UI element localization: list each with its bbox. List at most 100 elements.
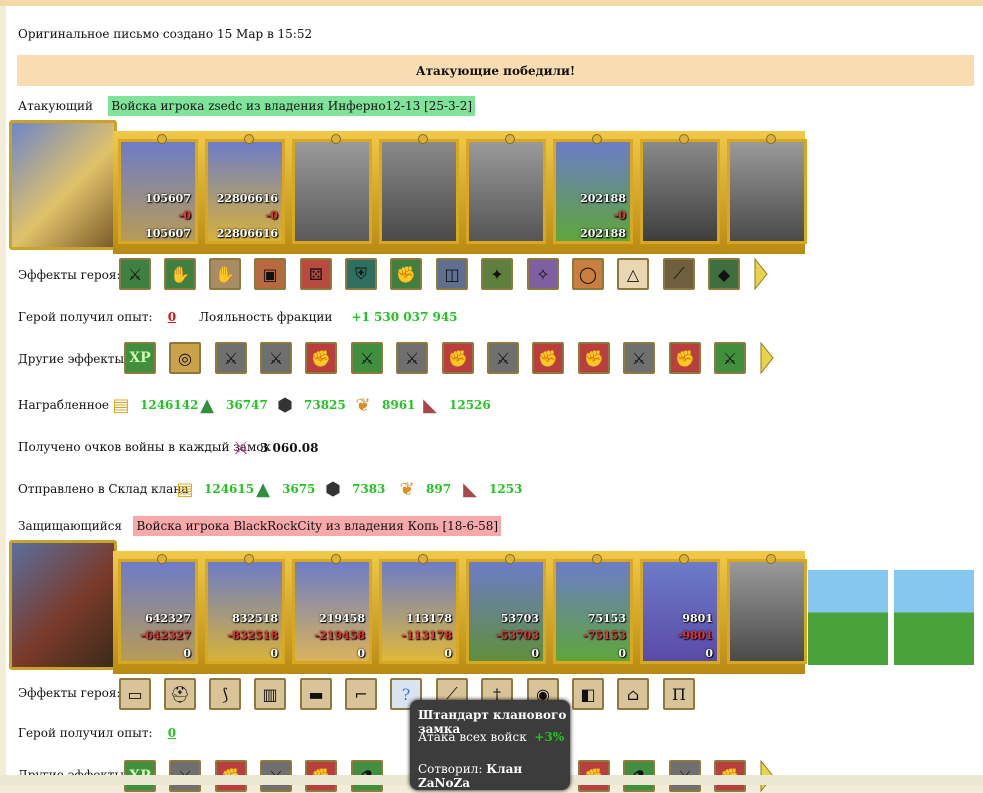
attacker-label: Атакующий xyxy=(18,99,94,113)
fist-shield-icon[interactable]: ✊ xyxy=(390,258,422,290)
boots-icon[interactable]: ⌐ xyxy=(345,678,377,710)
effect-tooltip: Штандарт кланового замка Атака всех войс… xyxy=(410,700,570,790)
sword-icon[interactable]: ⚔ xyxy=(260,342,292,374)
other-effects-next-arrow-icon[interactable] xyxy=(759,341,775,375)
defender-effects-label: Эффекты героя: xyxy=(18,686,121,700)
sword-icon[interactable]: ⚔ xyxy=(487,342,519,374)
sword-icon[interactable]: ⚔ xyxy=(396,342,428,374)
defender-troop-5[interactable]: 53703 -53703 0 xyxy=(466,554,546,664)
fist-icon[interactable]: ✊ xyxy=(669,342,701,374)
wings-icon[interactable]: ✧ xyxy=(527,258,559,290)
fist-icon[interactable]: ✊ xyxy=(532,342,564,374)
defender-troop-6[interactable]: 75153 -75153 0 xyxy=(553,554,633,664)
xp-value: 0 xyxy=(167,310,177,324)
loot-ore: ⬢ 73825 xyxy=(272,392,346,418)
attacker-army-link[interactable]: Войска игрока zsedc из владения Инферно1… xyxy=(108,96,476,116)
belt-icon[interactable]: ▬ xyxy=(300,678,332,710)
helmet-icon[interactable]: ⛑ xyxy=(164,678,196,710)
sword-icon[interactable]: ⚔ xyxy=(119,258,151,290)
defender-troop-7[interactable]: 9801 -9801 0 xyxy=(640,554,720,664)
defender-hero-portrait[interactable] xyxy=(9,540,117,670)
sword-icon[interactable]: ⚔ xyxy=(623,342,655,374)
defender-troop-8[interactable] xyxy=(727,554,807,664)
loot-gold: ▤ 1246142 xyxy=(108,392,198,418)
attacker-troop-6[interactable]: 202188 -0 202188 xyxy=(553,134,633,244)
ring-icon[interactable]: ◯ xyxy=(572,258,604,290)
loyalty-value: +1 530 037 945 xyxy=(351,310,458,324)
castle-tower-icon[interactable] xyxy=(808,570,888,665)
loot-wheat: ❦ 8961 xyxy=(350,392,415,418)
xp-icon[interactable]: XP xyxy=(124,342,156,374)
shield-icon[interactable]: ⛨ xyxy=(345,258,377,290)
coins-icon[interactable]: ◎ xyxy=(169,342,201,374)
handshake-icon[interactable]: ✋ xyxy=(164,258,196,290)
slot-gem-icon xyxy=(331,134,341,144)
tooltip-line1: Атака всех войск +3% xyxy=(418,730,565,744)
ore-icon: ⬢ xyxy=(277,394,293,416)
slot-gem-icon xyxy=(679,554,689,564)
stone-icon: ◣ xyxy=(423,394,437,416)
attacker-xp-row: Герой получил опыт: 0 Лояльность фракции… xyxy=(18,310,458,324)
clan-wheat: ❦ 897 xyxy=(394,476,451,502)
attacker-troop-5[interactable] xyxy=(466,134,546,244)
attacker-troop-7[interactable] xyxy=(640,134,720,244)
slot-gem-icon xyxy=(766,134,776,144)
attacker-troop-1[interactable]: 105607 -0 105607 xyxy=(118,134,198,244)
clan-gold: ▤ 124615 xyxy=(172,476,254,502)
attacker-troop-8[interactable] xyxy=(727,134,807,244)
slot-gem-icon xyxy=(505,554,515,564)
gold-icon: ▤ xyxy=(112,394,130,416)
sword-green-icon[interactable]: ⚔ xyxy=(714,342,746,374)
result-banner: Атакующие победили! xyxy=(17,55,974,86)
sword-icon[interactable]: ⚔ xyxy=(215,342,247,374)
war-points: ⚔ 3 060.08 xyxy=(228,435,319,461)
attacker-troop-2[interactable]: 22806616 -0 22806616 xyxy=(205,134,285,244)
defender-troop-4[interactable]: 113178 -113178 0 xyxy=(379,554,459,664)
effects-next-arrow-icon[interactable] xyxy=(753,257,769,291)
slot-gem-icon xyxy=(766,554,776,564)
cloak-icon[interactable]: ⌂ xyxy=(617,678,649,710)
armor-icon[interactable]: ▥ xyxy=(254,678,286,710)
slot-gem-icon xyxy=(157,554,167,564)
chest-icon[interactable]: ▣ xyxy=(254,258,286,290)
attacker-hero-portrait[interactable] xyxy=(9,120,117,250)
slot-gem-icon xyxy=(505,134,515,144)
ore-icon: ⬢ xyxy=(325,478,341,500)
barrel-icon[interactable]: ◫ xyxy=(436,258,468,290)
castle-green-tower-icon[interactable] xyxy=(894,570,974,665)
fist-icon[interactable]: ✊ xyxy=(442,342,474,374)
slot-gem-icon xyxy=(418,554,428,564)
hand-icon[interactable]: ✋ xyxy=(209,258,241,290)
fist-icon[interactable]: ✊ xyxy=(578,342,610,374)
clan-wood: ▲ 3675 xyxy=(250,476,315,502)
loot-label: Награбленное xyxy=(18,398,110,412)
amulet-icon[interactable]: ✦ xyxy=(481,258,513,290)
gem-icon[interactable]: ◆ xyxy=(708,258,740,290)
wood-icon: ▲ xyxy=(256,478,270,500)
tooltip-line2: Сотворил: Клан ZaNoZa xyxy=(418,762,523,790)
dice-icon[interactable]: ⚄ xyxy=(300,258,332,290)
slot-gem-icon xyxy=(592,134,602,144)
defender-troop-3[interactable]: 219458 -219458 0 xyxy=(292,554,372,664)
bracers-icon[interactable]: ◧ xyxy=(572,678,604,710)
clan-stone: ◣ 1253 xyxy=(457,476,522,502)
attacker-troop-4[interactable] xyxy=(379,134,459,244)
loot-wood: ▲ 36747 xyxy=(194,392,268,418)
loyalty-label: Лояльность фракции xyxy=(199,310,333,324)
fist-icon[interactable]: ✊ xyxy=(305,342,337,374)
xp-label: Герой получил опыт: xyxy=(18,726,153,740)
staff-icon[interactable]: ⟋ xyxy=(663,258,695,290)
pants-icon[interactable]: Π xyxy=(663,678,695,710)
shell-icon[interactable]: △ xyxy=(617,258,649,290)
claws-icon[interactable]: ⟆ xyxy=(209,678,241,710)
defender-troop-1[interactable]: 642327 -642327 0 xyxy=(118,554,198,664)
attacker-other-effects-label: Другие эффекты: xyxy=(18,352,129,366)
clan-ore: ⬢ 7383 xyxy=(320,476,385,502)
attacker-troop-3[interactable] xyxy=(292,134,372,244)
slot-gem-icon xyxy=(244,134,254,144)
defender-army-link[interactable]: Войска игрока BlackRockCity из владения … xyxy=(133,516,502,536)
scroll-icon[interactable]: ▭ xyxy=(119,678,151,710)
sword-green-icon[interactable]: ⚔ xyxy=(351,342,383,374)
defender-label: Защищающийся xyxy=(18,519,122,533)
defender-troop-2[interactable]: 832518 -832518 0 xyxy=(205,554,285,664)
